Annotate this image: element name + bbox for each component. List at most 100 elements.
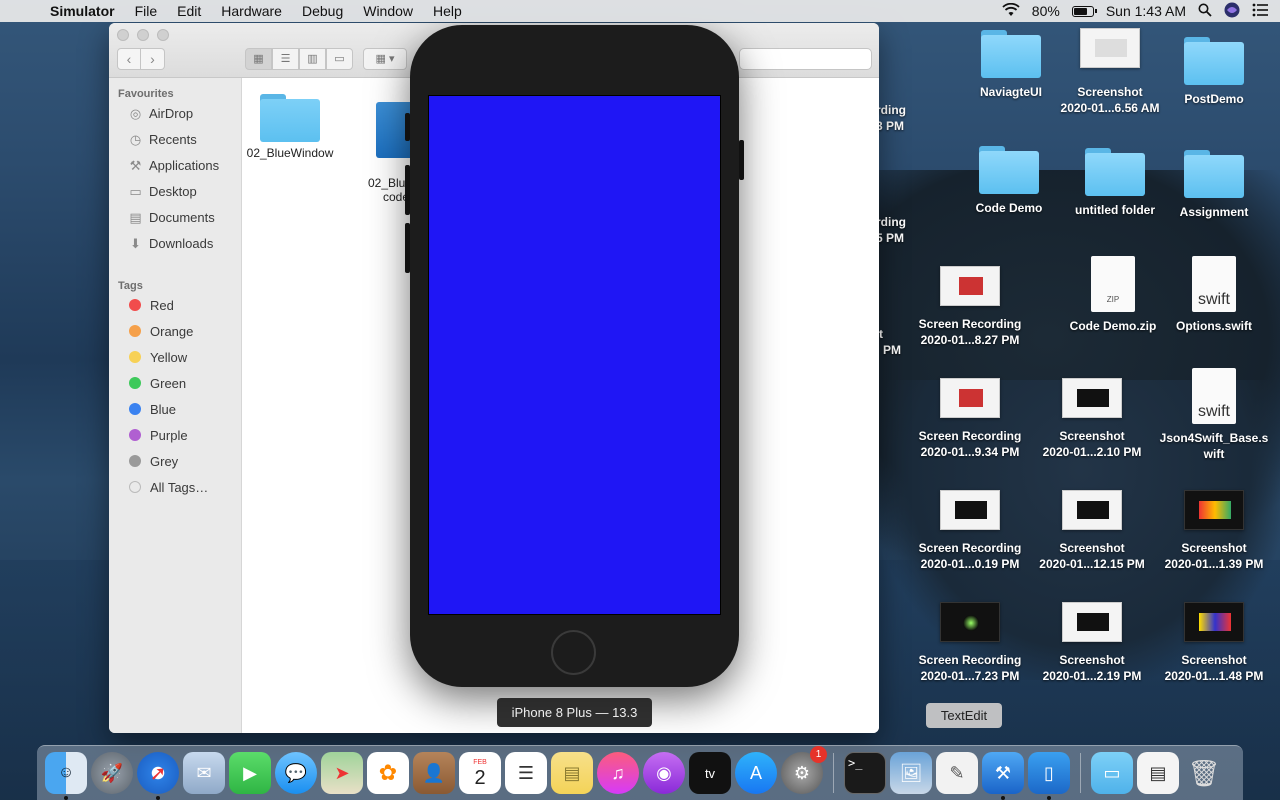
column-view-button[interactable]: ▥	[299, 48, 326, 70]
siri-icon[interactable]	[1224, 2, 1240, 21]
maps-icon[interactable]: ➤	[321, 752, 363, 794]
downloads-stack-icon[interactable]: ▤	[1137, 752, 1179, 794]
desktop-file[interactable]: Screen Recording 2020-01...7.23 PM	[908, 598, 1032, 684]
sidebar-item-label: Purple	[150, 427, 188, 443]
menu-app-name[interactable]: Simulator	[40, 0, 125, 22]
arrange-button[interactable]: ▦ ▾	[363, 48, 407, 70]
icon-view-button[interactable]: ▦	[245, 48, 272, 70]
desktop-file[interactable]: Screenshot 2020-01...12.15 PM	[1030, 486, 1154, 572]
zoom-button[interactable]	[157, 29, 169, 41]
desktop-icon-label: Json4Swift_Base.s wift	[1159, 431, 1269, 461]
desktop-file[interactable]: Screenshot 2020-01...1.48 PM	[1152, 598, 1276, 684]
contacts-icon[interactable]: 👤	[413, 752, 455, 794]
calendar-icon[interactable]: FEB 2	[459, 752, 501, 794]
menu-file[interactable]: File	[125, 0, 168, 22]
volume-down-button[interactable]	[405, 223, 410, 273]
swift-file-icon: swift	[1192, 368, 1236, 424]
menu-hardware[interactable]: Hardware	[211, 0, 292, 22]
tag-color-dot	[129, 455, 141, 467]
desktop-folder[interactable]: Assignment	[1152, 150, 1276, 220]
sidebar-tag-green[interactable]: Green	[109, 370, 241, 396]
sidebar-tag-blue[interactable]: Blue	[109, 396, 241, 422]
screen-recording-thumbnail	[940, 490, 1000, 530]
search-input[interactable]	[739, 48, 872, 70]
back-button[interactable]: ‹	[117, 48, 141, 70]
reminders-icon[interactable]: ☰	[505, 752, 547, 794]
list-view-button[interactable]: ☰	[272, 48, 299, 70]
device-label: iPhone 8 Plus — 13.3	[497, 698, 652, 727]
calendar-month: FEB	[473, 758, 487, 766]
sidebar-tag-orange[interactable]: Orange	[109, 318, 241, 344]
downloads-folder-icon[interactable]: ▭	[1091, 752, 1133, 794]
desktop-icon-label: Options.swift	[1176, 319, 1252, 333]
photos-icon[interactable]: ✿	[367, 752, 409, 794]
device-screen[interactable]	[428, 95, 721, 615]
system-preferences-icon[interactable]: ⚙ 1	[781, 746, 827, 794]
gallery-view-button[interactable]: ▭	[326, 48, 353, 70]
wifi-icon[interactable]	[1002, 2, 1020, 20]
minimize-button[interactable]	[137, 29, 149, 41]
apple-tv-icon[interactable]: tv	[689, 752, 731, 794]
battery-percent[interactable]: 80%	[1032, 3, 1060, 19]
volume-up-button[interactable]	[405, 165, 410, 215]
sidebar-tag-yellow[interactable]: Yellow	[109, 344, 241, 370]
xcode-icon[interactable]: ⚒	[982, 752, 1024, 800]
safari-icon[interactable]: ➚	[137, 752, 179, 800]
launchpad-icon[interactable]: 🚀	[91, 752, 133, 794]
facetime-icon[interactable]: ▶	[229, 752, 271, 794]
battery-icon[interactable]	[1071, 5, 1097, 17]
screen-recording-thumbnail	[940, 602, 1000, 642]
desktop-file[interactable]: swift Options.swift	[1152, 256, 1276, 334]
sidebar-item-downloads[interactable]: ⬇ Downloads	[109, 230, 241, 256]
notes-icon[interactable]: ▤	[551, 752, 593, 794]
sidebar-tag-red[interactable]: Red	[109, 292, 241, 318]
messages-icon[interactable]: 💬	[275, 752, 317, 794]
menu-edit[interactable]: Edit	[167, 0, 211, 22]
screenshot-thumbnail	[1080, 28, 1140, 68]
sidebar-item-documents[interactable]: ▤ Documents	[109, 204, 241, 230]
sidebar-all-tags[interactable]: All Tags…	[109, 474, 241, 500]
menu-debug[interactable]: Debug	[292, 0, 353, 22]
terminal-icon[interactable]: >_	[844, 752, 886, 794]
forward-button[interactable]: ›	[141, 48, 165, 70]
desktop-partial-label: rding	[876, 103, 906, 117]
desktop-file[interactable]: Screenshot 2020-01...1.39 PM	[1152, 486, 1276, 572]
textedit-icon[interactable]: ✎	[936, 752, 978, 794]
menu-window[interactable]: Window	[353, 0, 423, 22]
podcasts-icon[interactable]: ◉	[643, 752, 685, 794]
desktop-file[interactable]: Screen Recording 2020-01...9.34 PM	[908, 374, 1032, 460]
desktop-file[interactable]: Screen Recording 2020-01...0.19 PM	[908, 486, 1032, 572]
tag-color-dot	[129, 377, 141, 389]
music-icon[interactable]: ♫	[597, 752, 639, 794]
notification-center-icon[interactable]	[1252, 3, 1268, 20]
spotlight-search-icon[interactable]	[1198, 3, 1212, 20]
sidebar-tag-purple[interactable]: Purple	[109, 422, 241, 448]
simulator-icon[interactable]: ▯	[1028, 752, 1070, 800]
sidebar-item-recents[interactable]: ◷ Recents	[109, 126, 241, 152]
mute-switch[interactable]	[405, 113, 410, 141]
finder-icon[interactable]: ☺	[45, 752, 87, 800]
zip-file-icon: ZIP	[1091, 256, 1135, 312]
desktop-file[interactable]: Screenshot 2020-01...2.10 PM	[1030, 374, 1154, 460]
power-button[interactable]	[739, 140, 744, 180]
home-button[interactable]	[551, 630, 596, 675]
desktop-file[interactable]: Screen Recording 2020-01...8.27 PM	[908, 262, 1032, 348]
dock: ☺ 🚀 ➚ ✉ ▶ 💬 ➤ ✿ 👤 FEB 2 ☰ ▤ ♫ ◉ tv A ⚙ 1…	[37, 745, 1243, 800]
clock[interactable]: Sun 1:43 AM	[1106, 3, 1186, 19]
finder-file-item[interactable]: 02_BlueWindow	[245, 94, 335, 160]
sidebar-item-airdrop[interactable]: ◎ AirDrop	[109, 100, 241, 126]
sidebar-tag-grey[interactable]: Grey	[109, 448, 241, 474]
desktop-folder[interactable]: PostDemo	[1152, 37, 1276, 107]
preview-icon[interactable]: 🖼	[890, 752, 932, 794]
sidebar-item-desktop[interactable]: ▭ Desktop	[109, 178, 241, 204]
download-icon: ⬇	[130, 235, 141, 251]
menu-help[interactable]: Help	[423, 0, 472, 22]
desktop-file[interactable]: Screenshot 2020-01...2.19 PM	[1030, 598, 1154, 684]
close-button[interactable]	[117, 29, 129, 41]
desktop-file[interactable]: swift Json4Swift_Base.s wift	[1152, 368, 1276, 462]
sidebar-item-applications[interactable]: ⚒ Applications	[109, 152, 241, 178]
mail-icon[interactable]: ✉	[183, 752, 225, 794]
app-store-icon[interactable]: A	[735, 752, 777, 794]
trash-icon[interactable]: 🗑	[1183, 752, 1225, 794]
sidebar-item-label: Green	[150, 375, 187, 391]
